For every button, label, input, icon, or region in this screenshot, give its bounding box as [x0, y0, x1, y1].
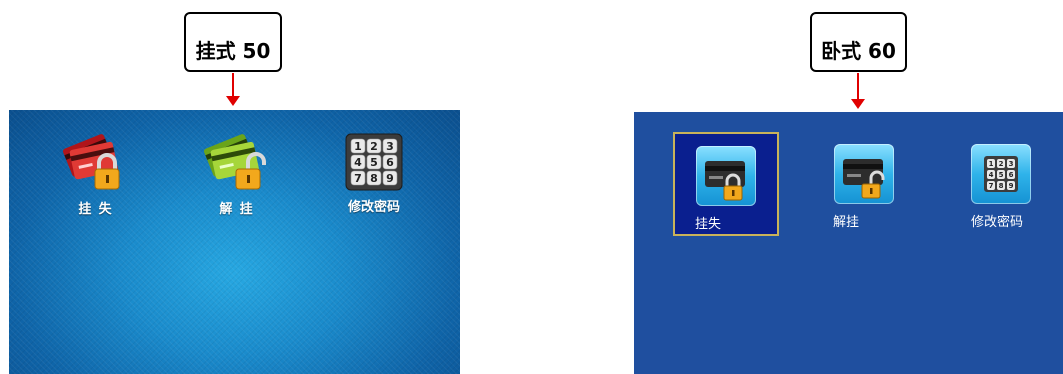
- card-lock-icon: [696, 146, 756, 206]
- unlock-card-label: 解 挂: [219, 201, 253, 216]
- unlock-card-button[interactable]: 解 挂: [191, 130, 281, 217]
- key-8: 8: [370, 172, 378, 185]
- key-5: 5: [370, 156, 378, 169]
- arrow-down-icon: [851, 73, 865, 109]
- key-8: 8: [999, 182, 1004, 190]
- key-9: 9: [1009, 182, 1014, 190]
- key-2: 2: [370, 140, 378, 153]
- credit-card-unlock-icon: [204, 134, 266, 190]
- unlock-card-button[interactable]: 解挂: [811, 132, 917, 236]
- key-7: 7: [989, 182, 994, 190]
- key-4: 4: [354, 156, 362, 169]
- key-4: 4: [989, 171, 994, 179]
- key-3: 3: [386, 140, 394, 153]
- horizontal-screen: 挂失 解挂 1 2 3 4 5 6 7 8 9 修改密码: [634, 112, 1063, 374]
- key-1: 1: [354, 140, 362, 153]
- key-7: 7: [354, 172, 362, 185]
- wall-mount-callout: 挂式 50: [184, 12, 282, 72]
- arrow-down-icon: [226, 73, 240, 106]
- report-loss-label: 挂失: [695, 216, 722, 231]
- credit-card-lock-icon: [63, 134, 120, 190]
- key-2: 2: [999, 160, 1004, 168]
- key-1: 1: [989, 160, 994, 168]
- change-password-button[interactable]: 1 2 3 4 5 6 7 8 9 修改密码: [948, 132, 1054, 236]
- report-loss-button[interactable]: 挂 失: [50, 130, 140, 217]
- wall-mount-screen: 挂 失 解 挂 1 2 3 4 5 6 7 8 9 修改密码: [9, 110, 460, 374]
- change-password-label: 修改密码: [347, 199, 400, 214]
- key-3: 3: [1009, 160, 1014, 168]
- change-password-label: 修改密码: [971, 214, 1024, 229]
- card-unlock-icon: [834, 144, 894, 204]
- keypad-icon: 1 2 3 4 5 6 7 8 9: [345, 133, 403, 191]
- key-9: 9: [386, 172, 394, 185]
- key-6: 6: [1009, 171, 1014, 179]
- report-loss-button[interactable]: 挂失: [673, 132, 779, 236]
- key-6: 6: [386, 156, 394, 169]
- horizontal-callout: 卧式 60: [810, 12, 907, 72]
- key-5: 5: [999, 171, 1004, 179]
- change-password-button[interactable]: 1 2 3 4 5 6 7 8 9 修改密码: [329, 132, 419, 215]
- unlock-card-label: 解挂: [833, 214, 860, 229]
- report-loss-label: 挂 失: [78, 201, 112, 216]
- keypad-icon: 1 2 3 4 5 6 7 8 9: [971, 144, 1031, 204]
